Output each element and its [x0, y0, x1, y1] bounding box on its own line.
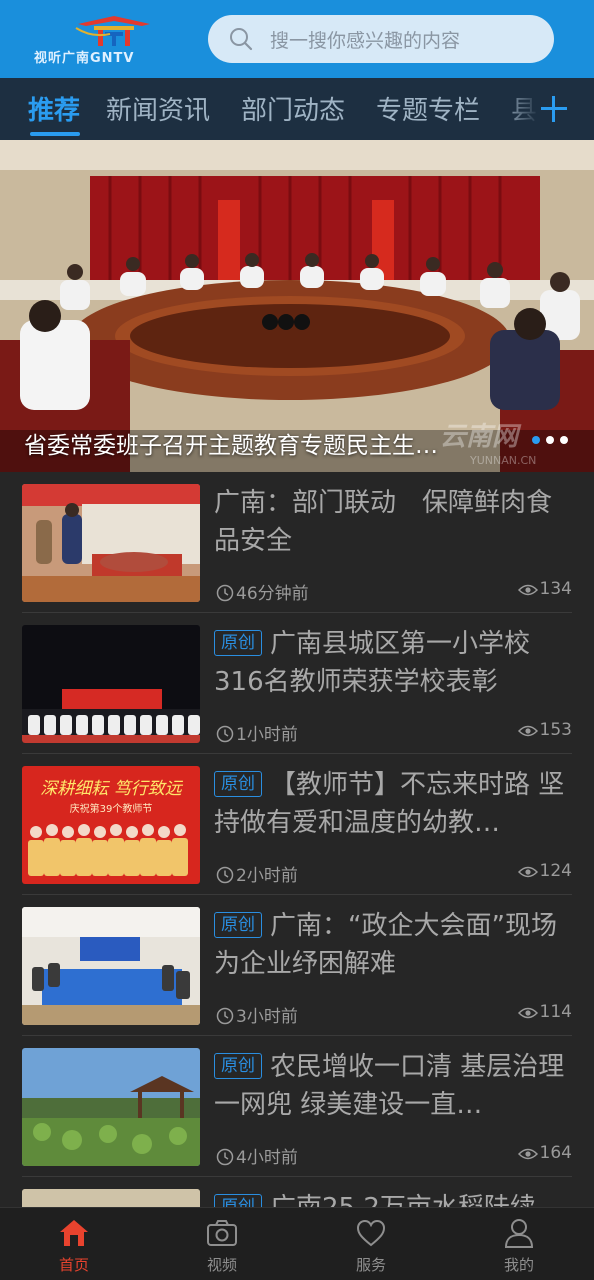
category-tabs: 推荐 新闻资讯 部门动态 专题专栏 县 [0, 78, 594, 140]
original-tag: 原创 [214, 771, 262, 797]
news-views: 134 [517, 579, 572, 599]
news-item[interactable]: 原创 广南：“政企大会面”现场为企业纾困解难 3小时前 114 [22, 895, 572, 1036]
original-tag: 原创 [214, 912, 262, 938]
home-icon [60, 1220, 88, 1246]
thumb-banner-subtext: 庆祝第39个教师节 [70, 802, 153, 815]
tab-department[interactable]: 部门动态 [241, 90, 345, 127]
eye-icon [517, 1148, 538, 1160]
news-thumbnail [22, 907, 200, 1025]
news-time: 3小时前 [216, 1002, 298, 1027]
banner-watermark-sub: YUNNAN.CN [470, 454, 537, 467]
news-title: 原创 【教师节】不忘来时路 坚持做有爱和温度的幼教… [214, 766, 570, 842]
news-item[interactable]: 原创广南25.2万亩水稻陆续 [22, 1177, 572, 1207]
news-title-text: 【教师节】不忘来时路 坚持做有爱和温度的幼教… [214, 770, 565, 838]
search-placeholder: 搜一搜你感兴趣的内容 [270, 30, 461, 52]
news-views: 124 [517, 861, 572, 881]
news-title-text: 广南25.2万亩水稻陆续 [270, 1193, 536, 1207]
eye-icon [517, 1007, 538, 1019]
logo-emblem-icon [75, 16, 150, 46]
news-item[interactable]: 原创 广南县城区第一小学校316名教师荣获学校表彰 1小时前 153 [22, 613, 572, 754]
news-thumbnail: 深耕细耘 笃行致远 庆祝第39个教师节 [22, 766, 200, 884]
app-logo[interactable]: 视听广南GNTV [34, 14, 190, 66]
tab-news[interactable]: 新闻资讯 [106, 90, 210, 127]
nav-home[interactable]: 首页 [24, 1208, 124, 1280]
thumb-banner-text: 深耕细耘 笃行致远 [40, 779, 183, 799]
clock-icon [216, 1007, 234, 1025]
news-time-text: 46分钟前 [236, 584, 309, 604]
eye-icon [517, 725, 538, 737]
news-time: 1小时前 [216, 720, 298, 745]
app-header: 视听广南GNTV 搜一搜你感兴趣的内容 [0, 0, 594, 78]
eye-icon [517, 584, 538, 596]
nav-video[interactable]: 视频 [172, 1208, 272, 1280]
clock-icon [216, 866, 234, 884]
nav-video-label: 视频 [206, 1256, 237, 1274]
news-views-count: 134 [539, 579, 572, 599]
carousel-dot [560, 436, 568, 444]
bottom-nav: 首页 视频 服务 我的 [0, 1207, 594, 1280]
news-item[interactable]: 广南：部门联动 保障鲜肉食品安全 46分钟前 134 [22, 472, 572, 613]
logo-text: 视听广南GNTV [34, 51, 135, 66]
news-views-count: 153 [539, 720, 572, 740]
banner-caption[interactable]: 省委常委班子召开主题教育专题民主生… [24, 426, 438, 460]
original-tag: 原创 [214, 630, 262, 656]
news-item[interactable]: 深耕细耘 笃行致远 庆祝第39个教师节 原创 【教师节】不忘来时路 坚持做有爱和温… [22, 754, 572, 895]
heart-icon [356, 1219, 386, 1247]
original-tag: 原创 [214, 1194, 262, 1207]
banner-watermark: 云南网 [440, 422, 519, 452]
tab-recommend[interactable]: 推荐 [28, 90, 80, 127]
news-time-text: 2小时前 [236, 866, 298, 886]
search-icon [230, 28, 253, 51]
clock-icon [216, 584, 234, 602]
carousel-dot-active [532, 436, 540, 444]
user-icon [504, 1219, 534, 1248]
nav-mine[interactable]: 我的 [469, 1208, 569, 1280]
news-time-text: 4小时前 [236, 1148, 298, 1168]
news-views-count: 124 [539, 861, 572, 881]
news-title: 原创 广南县城区第一小学校316名教师荣获学校表彰 [214, 625, 570, 701]
nav-mine-label: 我的 [503, 1256, 534, 1274]
news-views-count: 114 [539, 1002, 572, 1022]
tab-special[interactable]: 专题专栏 [376, 90, 480, 127]
clock-icon [216, 1148, 234, 1166]
news-views-count: 164 [539, 1143, 572, 1163]
news-title: 原创 广南：“政企大会面”现场为企业纾困解难 [214, 907, 570, 983]
add-channel-icon[interactable] [541, 96, 567, 122]
nav-service-label: 服务 [355, 1256, 386, 1274]
news-thumbnail [22, 1048, 200, 1166]
news-time: 4小时前 [216, 1143, 298, 1168]
news-time-text: 3小时前 [236, 1007, 298, 1027]
news-time: 46分钟前 [216, 579, 309, 604]
camera-icon [207, 1220, 237, 1246]
nav-home-label: 首页 [58, 1256, 89, 1274]
news-title-text: 广南：“政企大会面”现场为企业纾困解难 [214, 911, 557, 979]
search-bar[interactable]: 搜一搜你感兴趣的内容 [208, 15, 554, 63]
news-item[interactable]: 原创 农民增收一口清 基层治理一网兜 绿美建设一直… 4小时前 164 [22, 1036, 572, 1177]
tabs-fade [500, 78, 540, 140]
news-list: 广南：部门联动 保障鲜肉食品安全 46分钟前 134 原创 广南县城区第一小学校… [0, 472, 594, 1207]
news-thumbnail [22, 1189, 200, 1207]
nav-service[interactable]: 服务 [321, 1208, 421, 1280]
news-title: 原创广南25.2万亩水稻陆续 [214, 1189, 570, 1207]
news-time-text: 1小时前 [236, 725, 298, 745]
active-tab-indicator [30, 132, 80, 136]
carousel-dot [546, 436, 554, 444]
news-views: 164 [517, 1143, 572, 1163]
news-thumbnail [22, 484, 200, 602]
eye-icon [517, 866, 538, 878]
news-views: 153 [517, 720, 572, 740]
news-title: 广南：部门联动 保障鲜肉食品安全 [214, 488, 553, 556]
news-time: 2小时前 [216, 861, 298, 886]
banner-carousel[interactable]: 云南网 YUNNAN.CN 省委常委班子召开主题教育专题民主生… [0, 140, 594, 472]
news-thumbnail [22, 625, 200, 743]
clock-icon [216, 725, 234, 743]
news-views: 114 [517, 1002, 572, 1022]
original-tag: 原创 [214, 1053, 262, 1079]
news-title-text: 农民增收一口清 基层治理一网兜 绿美建设一直… [214, 1052, 565, 1120]
news-title: 原创 农民增收一口清 基层治理一网兜 绿美建设一直… [214, 1048, 570, 1124]
